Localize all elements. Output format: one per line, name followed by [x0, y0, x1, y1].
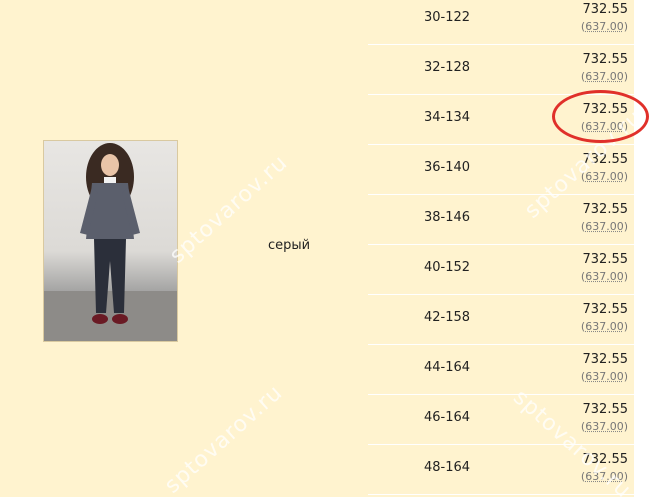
old-price-paren-close: ) — [623, 270, 628, 283]
old-price-cell[interactable]: (637.00) — [581, 370, 628, 383]
table-row: 30-122 732.55 (637.00) — [368, 0, 634, 45]
old-price-cell[interactable]: (637.00) — [581, 20, 628, 33]
size-cell: 46-164 — [424, 410, 471, 425]
price-cell: 732.55 — [582, 52, 629, 67]
old-price-paren-close: ) — [623, 420, 628, 433]
page-right-margin — [634, 0, 649, 497]
old-price-cell[interactable]: (637.00) — [581, 320, 628, 333]
size-cell: 40-152 — [424, 260, 471, 275]
product-photo[interactable] — [43, 140, 178, 342]
size-cell: 48-164 — [424, 460, 471, 475]
old-price-paren-close: ) — [623, 320, 628, 333]
old-price-paren-close: ) — [623, 220, 628, 233]
table-row: 40-152 732.55 (637.00) — [368, 246, 634, 295]
size-cell: 34-134 — [424, 110, 471, 125]
price-cell: 732.55 — [582, 2, 629, 17]
old-price-cell[interactable]: (637.00) — [581, 70, 628, 83]
table-row: 38-146 732.55 (637.00) — [368, 196, 634, 245]
price-cell: 732.55 — [582, 202, 629, 217]
table-row: 44-164 732.55 (637.00) — [368, 346, 634, 395]
old-price-paren-close: ) — [623, 70, 628, 83]
price-cell: 732.55 — [582, 352, 629, 367]
old-price-paren-close: ) — [623, 170, 628, 183]
old-price-value: 637.00 — [585, 220, 624, 233]
old-price-value: 637.00 — [585, 70, 624, 83]
size-cell: 42-158 — [424, 310, 471, 325]
old-price-cell[interactable]: (637.00) — [581, 420, 628, 433]
old-price-value: 637.00 — [585, 20, 624, 33]
table-row: 42-158 732.55 (637.00) — [368, 296, 634, 345]
price-cell: 732.55 — [582, 252, 629, 267]
size-cell: 32-128 — [424, 60, 471, 75]
size-price-table: 30-122 732.55 (637.00) 32-128 732.55 (637.00)… — [368, 0, 634, 497]
girl-illustration — [44, 143, 177, 341]
price-cell: 732.55 — [582, 302, 629, 317]
old-price-value: 637.00 — [585, 270, 624, 283]
old-price-paren-close: ) — [623, 370, 628, 383]
old-price-value: 637.00 — [585, 370, 624, 383]
price-cell: 732.55 — [582, 402, 629, 417]
old-price-cell[interactable]: (637.00) — [581, 220, 628, 233]
old-price-paren-close: ) — [623, 20, 628, 33]
table-row: 32-128 732.55 (637.00) — [368, 46, 634, 95]
size-cell: 38-146 — [424, 210, 471, 225]
size-cell: 44-164 — [424, 360, 471, 375]
product-color-label: серый — [268, 238, 311, 253]
old-price-value: 637.00 — [585, 320, 624, 333]
size-cell: 30-122 — [424, 10, 471, 25]
size-cell: 36-140 — [424, 160, 471, 175]
highlight-circle-annotation — [552, 90, 649, 143]
old-price-cell[interactable]: (637.00) — [581, 270, 628, 283]
table-row: 46-164 732.55 (637.00) — [368, 396, 634, 445]
old-price-value: 637.00 — [585, 420, 624, 433]
